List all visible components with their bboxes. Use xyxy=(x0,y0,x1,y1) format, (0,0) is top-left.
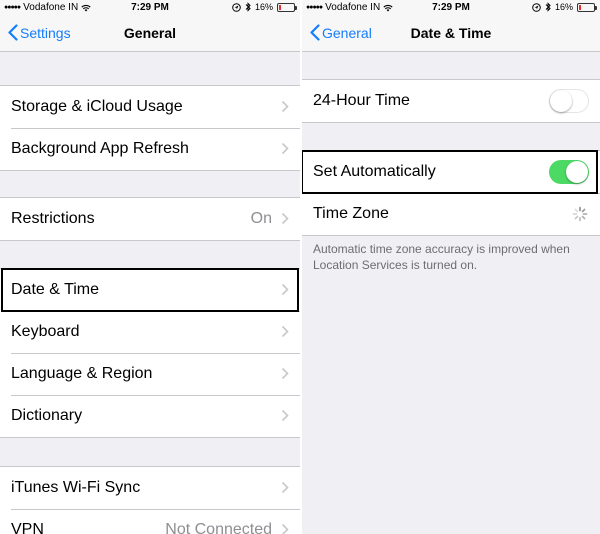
nav-bar: General Date & Time xyxy=(302,16,600,52)
battery-icon xyxy=(277,2,297,12)
restrictions-group: Restrictions On xyxy=(0,197,300,241)
date-time-row[interactable]: Date & Time xyxy=(0,269,300,311)
nav-bar: Settings General xyxy=(0,16,300,52)
chevron-right-icon xyxy=(281,523,289,534)
toggle-knob xyxy=(550,90,572,112)
chevron-right-icon xyxy=(281,100,289,113)
status-right: 16% xyxy=(232,2,297,12)
24-hour-time-toggle[interactable] xyxy=(549,89,589,113)
set-automatically-row: Set Automatically xyxy=(302,151,600,193)
battery-level xyxy=(279,4,281,10)
page-title: Date & Time xyxy=(410,25,492,41)
time-zone-row[interactable]: Time Zone xyxy=(302,193,600,235)
storage-row[interactable]: Storage & iCloud Usage xyxy=(0,86,300,128)
chevron-right-icon xyxy=(281,409,289,422)
sync-group: iTunes Wi-Fi Sync VPN Not Connected xyxy=(0,466,300,534)
row-label: Time Zone xyxy=(313,205,389,222)
row-label: iTunes Wi-Fi Sync xyxy=(11,479,141,496)
row-label: Restrictions xyxy=(11,210,95,227)
itunes-wifi-sync-row[interactable]: iTunes Wi-Fi Sync xyxy=(0,467,300,509)
row-label: Set Automatically xyxy=(313,163,436,180)
row-label: Date & Time xyxy=(11,281,100,298)
battery-icon xyxy=(577,2,597,12)
restrictions-value: On xyxy=(250,210,272,227)
bluetooth-icon xyxy=(245,2,251,12)
row-label: Language & Region xyxy=(11,365,153,382)
location-icon xyxy=(532,2,541,12)
background-app-refresh-row[interactable]: Background App Refresh xyxy=(0,128,300,170)
24-hour-time-row: 24-Hour Time xyxy=(302,80,600,122)
toggle-knob xyxy=(566,161,588,183)
status-right: 16% xyxy=(532,2,597,12)
battery-percent: 16% xyxy=(554,2,573,12)
language-region-row[interactable]: Language & Region xyxy=(0,353,300,395)
row-label: 24-Hour Time xyxy=(313,92,410,109)
vpn-value: Not Connected xyxy=(165,521,272,534)
hour-format-group: 24-Hour Time xyxy=(302,79,600,123)
set-automatically-toggle[interactable] xyxy=(549,160,589,184)
storage-group: Storage & iCloud Usage Background App Re… xyxy=(0,85,300,171)
vpn-row[interactable]: VPN Not Connected xyxy=(0,509,300,534)
date-keyboard-group: Date & Time Keyboard Language & Region D… xyxy=(0,268,300,438)
status-bar: ●●●●● Vodafone IN 7:29 PM 16% xyxy=(0,0,300,16)
date-time-screen: ●●●●● Vodafone IN 7:29 PM 16% General Da… xyxy=(302,0,600,534)
row-label: VPN xyxy=(11,521,44,534)
chevron-right-icon xyxy=(281,367,289,380)
row-label: Keyboard xyxy=(11,323,80,340)
auto-time-group: Set Automatically Time Zone xyxy=(302,150,600,236)
row-label: Background App Refresh xyxy=(11,140,189,157)
row-label: Storage & iCloud Usage xyxy=(11,98,183,115)
chevron-right-icon xyxy=(281,325,289,338)
chevron-right-icon xyxy=(281,142,289,155)
chevron-right-icon xyxy=(281,283,289,296)
location-icon xyxy=(232,2,241,12)
loading-spinner-icon xyxy=(572,206,588,222)
chevron-right-icon xyxy=(281,212,289,225)
battery-percent: 16% xyxy=(254,2,273,12)
row-label: Dictionary xyxy=(11,407,83,424)
keyboard-row[interactable]: Keyboard xyxy=(0,311,300,353)
bluetooth-icon xyxy=(545,2,551,12)
dictionary-row[interactable]: Dictionary xyxy=(0,395,300,437)
location-footnote: Automatic time zone accuracy is improved… xyxy=(313,242,570,273)
status-bar: ●●●●● Vodafone IN 7:29 PM 16% xyxy=(302,0,600,16)
chevron-right-icon xyxy=(281,481,289,494)
general-screen: ●●●●● Vodafone IN 7:29 PM 16% Settings G… xyxy=(0,0,300,534)
page-title: General xyxy=(123,25,177,41)
restrictions-row[interactable]: Restrictions On xyxy=(0,198,300,240)
battery-level xyxy=(579,4,581,10)
